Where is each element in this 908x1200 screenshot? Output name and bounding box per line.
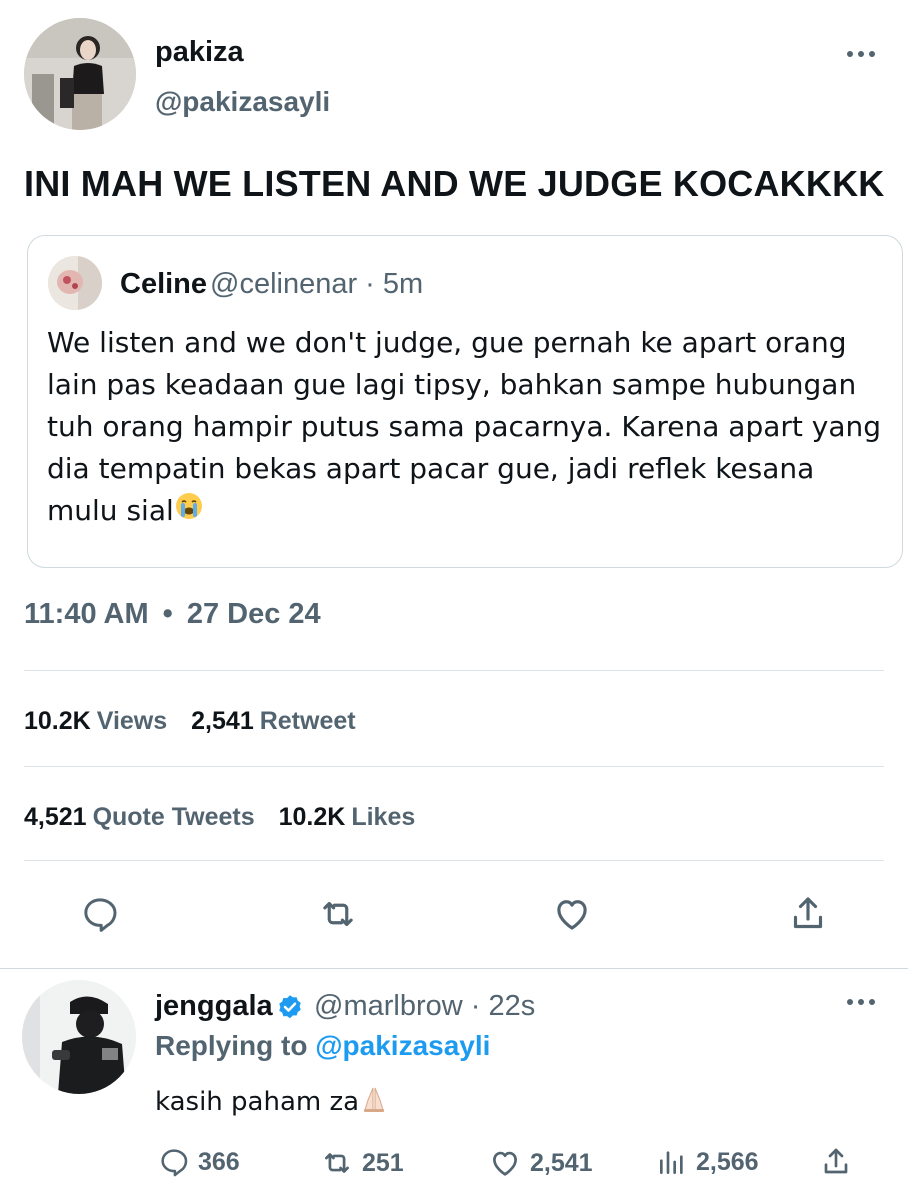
- reply-body: kasih paham za: [155, 1084, 389, 1121]
- quoted-tweet-body: We listen and we don't judge, gue pernah…: [47, 322, 887, 533]
- quotes-count: 4,521: [24, 803, 87, 831]
- tweet-text: INI MAH WE LISTEN AND WE JUDGE KOCAKKKK: [24, 163, 885, 204]
- timestamp-date: 27 Dec 24: [186, 598, 321, 630]
- likes-count: 10.2K: [278, 803, 346, 831]
- timestamp-time: 11:40 AM: [24, 598, 149, 630]
- timestamp-dot: •: [162, 598, 173, 630]
- reply-count: 366: [198, 1147, 240, 1176]
- display-name[interactable]: pakiza: [155, 36, 244, 69]
- folded-hands-icon: [359, 1084, 389, 1121]
- like-count: 2,541: [530, 1148, 593, 1177]
- quoted-tweet-card[interactable]: Celine @celinenar · 5m We listen and we …: [27, 235, 903, 568]
- view-count: 2,566: [696, 1147, 759, 1176]
- quoted-handle-time: @celinenar · 5m: [210, 268, 424, 300]
- retweet-icon: [325, 1153, 349, 1173]
- reply-avatar[interactable]: [22, 980, 136, 1094]
- divider: [24, 670, 884, 671]
- share-button[interactable]: [820, 1146, 852, 1178]
- replying-mention[interactable]: @pakizasayli: [315, 1030, 490, 1061]
- reply-icon: [161, 1149, 188, 1177]
- reply-count-button[interactable]: 366: [158, 1146, 240, 1178]
- retweets-label[interactable]: Retweet: [260, 707, 356, 735]
- views-icon: [660, 1151, 683, 1174]
- retweets-count: 2,541: [191, 707, 254, 735]
- quoted-tweet-text: We listen and we don't judge, gue pernah…: [47, 326, 882, 527]
- reply-icon[interactable]: [78, 892, 122, 936]
- reply-display-name[interactable]: jenggala: [155, 990, 273, 1023]
- share-icon: [824, 1148, 848, 1174]
- like-icon: [493, 1151, 517, 1176]
- more-options-icon[interactable]: [844, 992, 878, 1012]
- reply-action-bar: 366 251 2,541 2,566: [0, 1140, 908, 1186]
- reply-text: kasih paham za: [155, 1087, 360, 1117]
- replying-prefix: Replying to: [155, 1030, 308, 1061]
- replying-to: Replying to @pakizasayli: [155, 1030, 490, 1062]
- divider: [24, 766, 884, 767]
- stats-row-quotes: 4,521 Quote Tweets 10.2K Likes: [24, 803, 439, 832]
- retweet-count: 251: [362, 1148, 404, 1177]
- avatar[interactable]: [24, 18, 136, 130]
- more-options-icon[interactable]: [844, 44, 878, 64]
- quoted-display-name: Celine: [120, 268, 208, 300]
- quotes-label[interactable]: Quote Tweets: [93, 803, 255, 831]
- loudly-crying-face-icon: [174, 491, 204, 533]
- like-icon[interactable]: [550, 892, 594, 936]
- divider: [24, 860, 884, 861]
- likes-label[interactable]: Likes: [351, 803, 415, 831]
- stats-row-views: 10.2K Views 2,541 Retweet: [24, 707, 380, 736]
- user-handle[interactable]: @pakizasayli: [155, 86, 330, 118]
- retweet-icon[interactable]: [316, 892, 360, 936]
- quoted-avatar: [48, 256, 102, 310]
- verified-badge-icon: [275, 993, 305, 1023]
- like-count-button[interactable]: 2,541: [488, 1146, 593, 1180]
- reply-handle-time[interactable]: @marlbrow · 22s: [314, 990, 535, 1023]
- divider: [0, 968, 908, 969]
- tweet-timestamp[interactable]: 11:40 AM • 27 Dec 24: [24, 598, 321, 631]
- views-label[interactable]: Views: [97, 707, 167, 735]
- views-count-button[interactable]: 2,566: [656, 1146, 759, 1178]
- retweet-count-button[interactable]: 251: [320, 1146, 404, 1180]
- views-count: 10.2K: [24, 707, 91, 735]
- tweet-action-bar: [0, 880, 908, 946]
- share-icon[interactable]: [786, 892, 830, 936]
